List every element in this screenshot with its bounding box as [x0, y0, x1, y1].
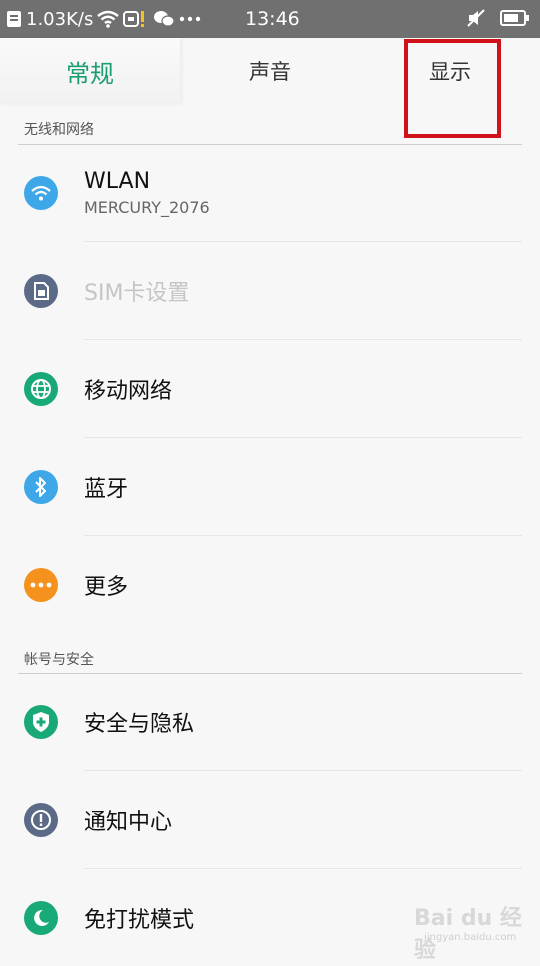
setting-item-text: 移动网络 — [84, 373, 172, 405]
setting-item-title: 移动网络 — [84, 379, 173, 404]
battery-icon — [500, 9, 530, 27]
item-divider — [84, 868, 522, 869]
wechat-icon — [153, 10, 175, 28]
status-bar: 1.03K/s 13:46 — [0, 0, 540, 38]
setting-item-title: 蓝牙 — [84, 477, 129, 502]
setting-item-title: 更多 — [84, 575, 129, 600]
more-dots-icon — [179, 16, 201, 22]
setting-item-sim[interactable]: SIM卡设置 — [0, 243, 540, 339]
bluetooth-icon — [24, 470, 58, 504]
more-icon — [24, 568, 58, 602]
sim-doc-icon — [6, 10, 22, 28]
item-divider — [84, 339, 522, 340]
globe-icon — [24, 372, 58, 406]
setting-item-mobile-network[interactable]: 移动网络 — [0, 341, 540, 437]
setting-item-security[interactable]: 安全与隐私 — [0, 674, 540, 770]
item-divider — [84, 770, 522, 771]
tab-general[interactable]: 常规 — [0, 38, 180, 104]
wifi-icon — [24, 176, 58, 210]
section-header-wireless: 无线和网络 — [24, 122, 94, 138]
net-speed: 1.03K/s — [26, 8, 94, 30]
setting-item-text: WLAN MERCURY_2076 — [84, 169, 210, 217]
setting-item-title: WLAN — [84, 169, 151, 194]
section-header-account: 帐号与安全 — [24, 652, 94, 668]
setting-item-text: 安全与隐私 — [84, 706, 194, 738]
moon-icon — [24, 901, 58, 935]
clock: 13:46 — [245, 8, 300, 30]
item-divider — [84, 535, 522, 536]
setting-item-text: 通知中心 — [84, 804, 172, 836]
mute-icon — [466, 8, 486, 28]
alert-icon — [123, 10, 149, 28]
sim-card-icon — [24, 274, 58, 308]
tab-sound[interactable]: 声音 — [180, 38, 360, 104]
item-divider — [84, 437, 522, 438]
watermark-url: jingyan.baidu.com — [424, 932, 517, 943]
shield-plus-icon — [24, 705, 58, 739]
wifi-icon — [97, 10, 120, 28]
exclamation-icon — [24, 803, 58, 837]
setting-item-text: 蓝牙 — [84, 471, 128, 503]
setting-item-notification-center[interactable]: 通知中心 — [0, 772, 540, 868]
setting-item-title: 免打扰模式 — [84, 908, 195, 933]
item-divider — [84, 241, 522, 242]
setting-item-text: 更多 — [84, 569, 128, 601]
tab-display[interactable]: 显示 — [360, 38, 540, 104]
setting-item-bluetooth[interactable]: 蓝牙 — [0, 439, 540, 535]
setting-item-text: 免打扰模式 — [84, 902, 194, 934]
setting-item-subtitle: MERCURY_2076 — [84, 198, 210, 217]
setting-item-title: 安全与隐私 — [84, 712, 195, 737]
setting-item-more[interactable]: 更多 — [0, 537, 540, 633]
setting-item-title: 通知中心 — [84, 810, 173, 835]
setting-item-title: SIM卡设置 — [84, 281, 190, 306]
tab-bar: 常规 声音 显示 — [0, 38, 540, 104]
setting-item-text: SIM卡设置 — [84, 275, 189, 307]
setting-item-wlan[interactable]: WLAN MERCURY_2076 — [0, 145, 540, 241]
